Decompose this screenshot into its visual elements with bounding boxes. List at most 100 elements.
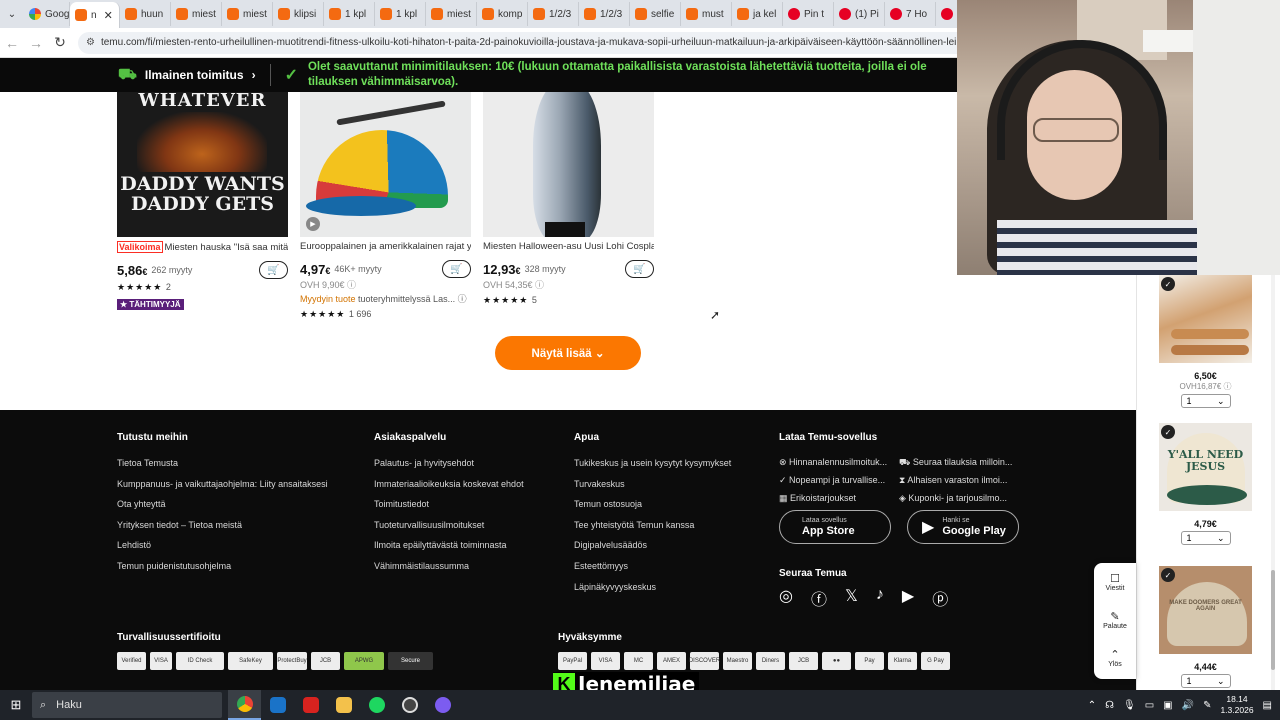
google-play-button[interactable]: ▶ Hanki se Google Play [907,510,1019,544]
browser-tab[interactable]: miest [222,2,273,26]
selected-check-icon[interactable]: ✓ [1161,277,1175,291]
x-twitter-icon[interactable]: 𝕏 [845,586,858,610]
tray-chevron-up-icon[interactable]: ⌃ [1088,700,1096,711]
pen-icon[interactable]: ✎ [1203,700,1211,711]
site-info-icon[interactable]: ⚙ [86,37,95,48]
footer-link[interactable]: Ilmoita epäilyttävästä toiminnasta [374,535,524,556]
footer-link[interactable]: Palautus- ja hyvitysehdot [374,453,524,474]
cart-item-image[interactable]: ✓ MAKE DOOMERS GREAT AGAIN [1159,566,1252,654]
footer-link[interactable]: Esteettömyys [574,556,731,577]
messages-button[interactable]: ☐ Viestit [1094,563,1136,601]
outlook-app[interactable] [261,690,294,720]
quantity-select[interactable]: 1 ⌄ [1180,674,1231,688]
network-icon[interactable]: ▣ [1163,700,1172,711]
obs-app[interactable] [393,690,426,720]
selected-check-icon[interactable]: ✓ [1161,568,1175,582]
add-to-cart-button[interactable]: 🛒 [625,260,654,278]
product-image-salmon-costume[interactable] [483,92,654,237]
app-red[interactable] [294,690,327,720]
footer-link[interactable]: Kumppanuus- ja vaikuttajaohjelma: Liity … [117,474,328,495]
footer-link[interactable]: Temun puidenistutusohjelma [117,556,328,577]
browser-tab[interactable]: miest [426,2,477,26]
feedback-button[interactable]: ✎ Palaute [1094,601,1136,639]
free-shipping-link[interactable]: ⛟ Ilmainen toimitus › [0,66,256,85]
footer-link[interactable]: Digipalvelusäädös [574,535,731,556]
notifications-icon[interactable]: ▤ [1263,700,1272,711]
product-image-propeller-cap[interactable]: ▶ [300,92,471,237]
browser-tab[interactable]: ja kel [732,2,783,26]
play-video-icon[interactable]: ▶ [306,217,320,231]
browser-tab[interactable]: selfie [630,2,681,26]
product-title[interactable]: ValikoimaMiesten hauska "Isä saa mitä h.… [117,241,288,254]
chrome-app[interactable] [228,690,261,720]
product-card[interactable]: WHATEVER DADDY WANTS DADDY GETS Valikoima… [117,92,288,321]
cart-item-image[interactable]: ✓ [1159,275,1252,363]
browser-tab[interactable]: miest [171,2,222,26]
selected-check-icon[interactable]: ✓ [1161,425,1175,439]
microphone-icon[interactable]: 🎙 [1123,700,1136,711]
volume-icon[interactable]: 🔊 [1182,700,1194,711]
product-card[interactable]: ▶ Eurooppalainen ja amerikkalainen rajat… [300,92,471,321]
footer-link[interactable]: Yrityksen tiedot – Tietoa meistä [117,515,328,536]
taskbar-search[interactable]: ⌕ Haku [32,692,222,718]
footer-link[interactable]: Tietoa Temusta [117,453,328,474]
browser-tab[interactable]: (1) Pi [834,2,885,26]
footer-link[interactable]: Turvakeskus [574,474,731,495]
footer-link[interactable]: Ota yhteyttä [117,494,328,515]
forward-arrow-icon[interactable]: → [24,35,48,51]
browser-tab[interactable]: 1 kpl [324,2,375,26]
browser-tab[interactable]: Pin t [783,2,834,26]
footer-link[interactable]: Tukikeskus ja usein kysytyt kysymykset [574,453,731,474]
facebook-icon[interactable]: ⓕ [811,586,827,610]
footer-link[interactable]: Toimitustiedot [374,494,524,515]
display-icon[interactable]: ▭ [1145,700,1154,711]
add-to-cart-button[interactable]: 🛒 [442,260,471,278]
footer-link[interactable]: Temun ostosuoja [574,494,731,515]
browser-tab[interactable]: must [681,2,732,26]
windows-start-icon[interactable]: ⊞ [0,697,32,713]
spotify-app[interactable] [360,690,393,720]
footer-link[interactable]: Tee yhteistyötä Temun kanssa [574,515,731,536]
tab-search-chevron-icon[interactable]: ⌄ [0,0,24,28]
browser-tab-active[interactable]: n ✕ [70,2,120,28]
browser-tab[interactable]: 1 kpl [375,2,426,26]
browser-tab[interactable]: 1/2/3 [528,2,579,26]
footer-link[interactable]: Immateriaalioikeuksia koskevat ehdot [374,474,524,495]
footer-link[interactable]: Vähimmäistilaussumma [374,556,524,577]
quantity-select[interactable]: 1 ⌄ [1180,531,1231,545]
tab-close-icon[interactable]: ✕ [104,9,113,22]
browser-tab[interactable]: 1/2/3 [579,2,630,26]
scroll-top-button[interactable]: ⌃ Ylös [1094,639,1136,677]
add-to-cart-button[interactable]: 🛒 [259,261,288,279]
product-image-tshirt[interactable]: WHATEVER DADDY WANTS DADDY GETS [117,92,288,237]
pinterest-icon[interactable]: ⓟ [932,586,948,610]
cart-item-image[interactable]: ✓ Y'ALL NEED JESUS [1159,423,1252,511]
back-arrow-icon[interactable]: ← [0,35,24,51]
app-purple[interactable] [426,690,459,720]
youtube-icon[interactable]: ▶ [902,586,914,610]
browser-tab[interactable]: klipsi [273,2,324,26]
file-explorer-app[interactable] [327,690,360,720]
cart-item[interactable]: ✓ 6,50€ OVH16,87€ ⓘ 1 ⌄ [1159,275,1252,408]
footer-link[interactable]: Läpinäkyvyyskeskus [574,577,731,598]
sidebar-scrollbar-thumb[interactable] [1271,570,1275,670]
headset-icon[interactable]: ☊ [1105,700,1114,711]
tiktok-icon[interactable]: ♪ [876,586,884,610]
cart-item[interactable]: ✓ Y'ALL NEED JESUS 4,79€ 1 ⌄ [1159,423,1252,545]
browser-tab[interactable]: 7 Ho [885,2,936,26]
instagram-icon[interactable]: ◎ [779,586,793,610]
show-more-button[interactable]: Näytä lisää ⌄ [495,336,641,370]
reload-icon[interactable]: ↻ [48,34,72,51]
product-title[interactable]: Eurooppalainen ja amerikkalainen rajat y… [300,241,471,253]
browser-tab[interactable]: huun [120,2,171,26]
product-title[interactable]: Miesten Halloween-asu Uusi Lohi Cosplay-… [483,241,654,253]
footer-link[interactable]: Tuoteturvallisuusilmoitukset [374,515,524,536]
browser-tab[interactable]: komp [477,2,528,26]
app-store-button[interactable]: Lataa sovellus App Store [779,510,891,544]
cart-item[interactable]: ✓ MAKE DOOMERS GREAT AGAIN 4,44€ 1 ⌄ [1159,566,1252,688]
footer-link[interactable]: Lehdistö [117,535,328,556]
product-card[interactable]: Miesten Halloween-asu Uusi Lohi Cosplay-… [483,92,654,321]
quantity-select[interactable]: 1 ⌄ [1180,394,1231,408]
clock[interactable]: 18.14 1.3.2026 [1220,694,1253,716]
browser-tab[interactable]: Goog [24,2,70,26]
